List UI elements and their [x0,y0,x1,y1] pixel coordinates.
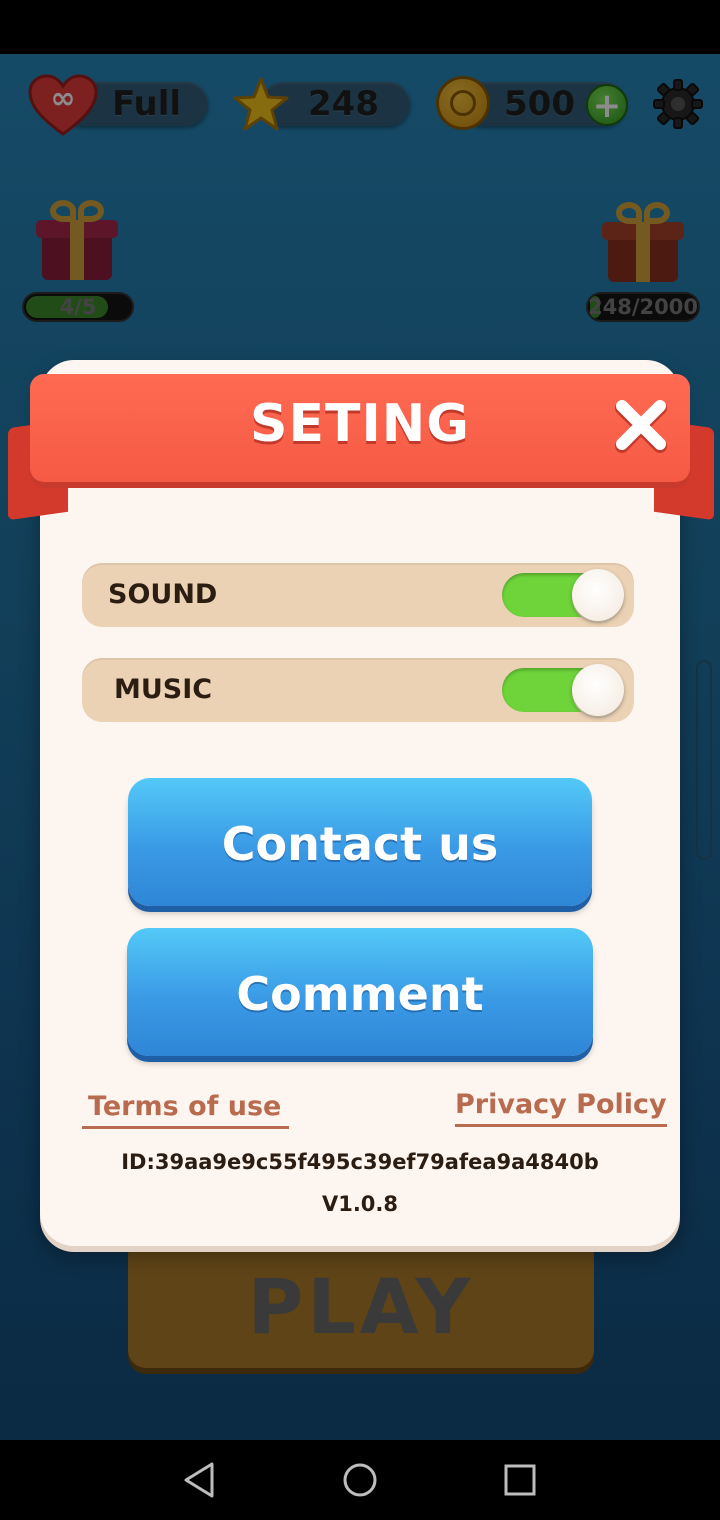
daily-gift-progress-label: 4/5 [59,295,97,319]
lives-label: Full [112,84,182,124]
star-gift-progress: 248/2000 [586,292,700,322]
music-label: MUSIC [114,674,213,705]
version-text: V1.0.8 [321,1192,399,1216]
back-icon[interactable] [180,1460,220,1500]
gear-icon[interactable] [652,78,704,130]
music-toggle[interactable] [502,664,624,716]
stars-count: 248 [308,84,379,124]
add-coins-button[interactable]: + [586,84,628,126]
navigation-bar [0,1440,720,1520]
sound-toggle-knob [572,569,624,621]
dialog-header-banner: SETING [30,374,690,482]
daily-gift-progress: 4/5 [22,292,134,322]
music-setting-row: MUSIC [82,658,634,722]
recents-icon[interactable] [500,1460,540,1500]
terms-of-use-link[interactable]: Terms of use [82,1090,290,1129]
star-icon [233,77,289,131]
star-gift-progress-label: 248/2000 [588,295,698,319]
sound-toggle[interactable] [502,569,624,621]
scroll-indicator [696,660,712,860]
music-toggle-knob [572,664,624,716]
coins-count: 500 [504,84,575,124]
svg-text:∞: ∞ [51,81,76,116]
heart-icon[interactable]: ∞ [28,74,98,136]
coin-icon [436,76,490,130]
status-bar [0,0,720,54]
star-gift-icon[interactable] [600,200,686,286]
sound-label: SOUND [108,579,218,610]
sound-setting-row: SOUND [82,563,634,627]
close-icon[interactable] [612,396,670,454]
comment-button[interactable]: Comment [127,928,593,1056]
home-icon[interactable] [340,1460,380,1500]
user-id-text: ID:39aa9e9c55f495c39ef79afea9a4840b [121,1150,599,1174]
daily-gift-icon[interactable] [34,198,120,284]
dialog-title: SETING [250,394,470,454]
play-button[interactable]: PLAY [128,1238,594,1368]
contact-us-button[interactable]: Contact us [128,778,592,906]
privacy-policy-link[interactable]: Privacy Policy [455,1088,667,1127]
